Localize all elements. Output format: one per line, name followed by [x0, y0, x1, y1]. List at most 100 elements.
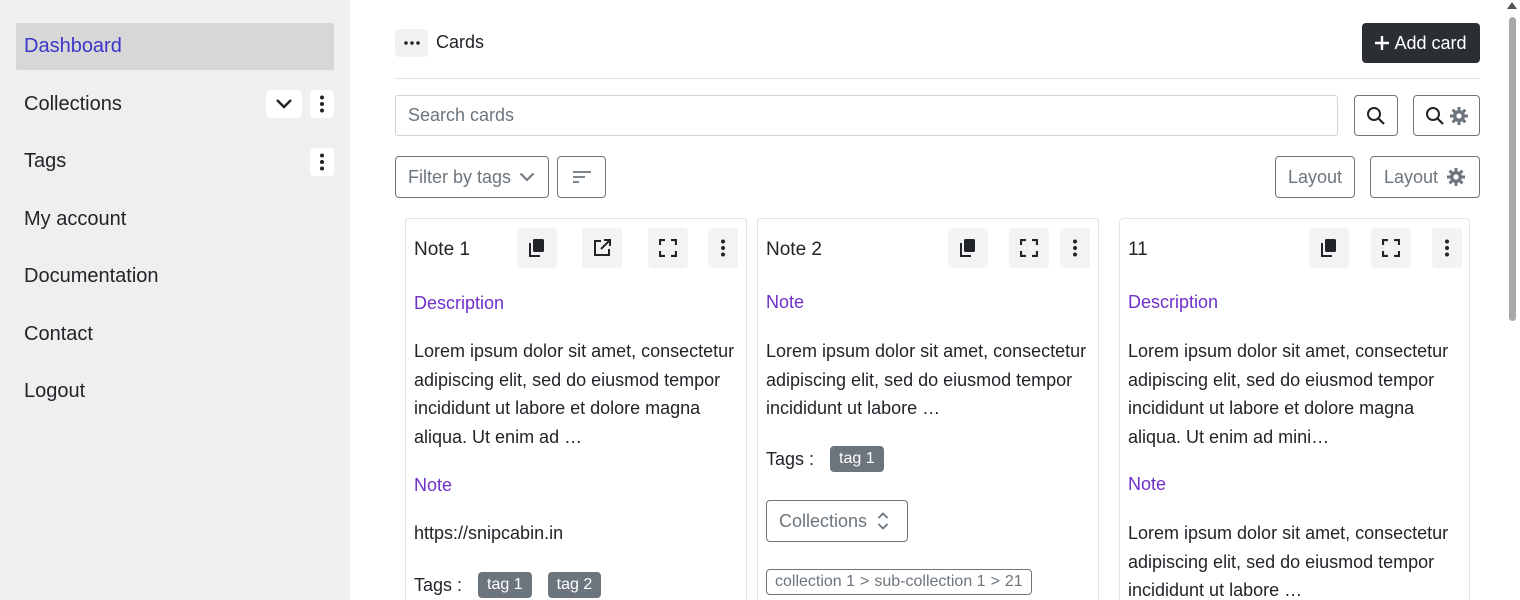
fullscreen-button[interactable]	[1371, 228, 1411, 268]
sidebar-item-label: Collections	[24, 92, 122, 115]
chevron-down-icon	[276, 99, 292, 109]
tags-row: Tags : tag 1 tag 2	[414, 572, 602, 598]
section-text: Lorem ipsum dolor sit amet, consectetur …	[1128, 341, 1449, 448]
search-button[interactable]	[1354, 95, 1398, 136]
section-text: https://snipcabin.in	[414, 523, 564, 543]
copy-icon	[529, 239, 544, 257]
copy-button[interactable]	[1309, 228, 1349, 268]
breadcrumb-separator: >	[860, 573, 870, 590]
fullscreen-icon	[1382, 239, 1400, 257]
fullscreen-button[interactable]	[1009, 228, 1049, 268]
sidebar-item-label: Tags	[24, 150, 67, 172]
sidebar-item-label: Documentation	[24, 265, 159, 287]
external-link-icon	[594, 239, 611, 256]
more-horizontal-icon	[403, 41, 420, 45]
sidebar-item-label: Contact	[24, 322, 93, 345]
gear-icon	[1447, 168, 1466, 186]
layout-label: Layout	[1287, 166, 1343, 187]
layout-settings-label: Layout	[1383, 166, 1439, 187]
search-input[interactable]	[395, 95, 1338, 136]
section-label-note: Note	[766, 292, 805, 312]
main-content: Cards Add card Filter by tags Layout Lay…	[395, 0, 1480, 600]
tags-row: Tags : tag 1	[766, 446, 884, 472]
tag-badge[interactable]: tag 2	[547, 572, 602, 598]
plus-icon	[1375, 36, 1390, 50]
collections-label: Collections	[779, 510, 868, 531]
header-divider	[395, 78, 1480, 79]
collection-breadcrumb[interactable]: collection 1 > sub-collection 1 > 21	[766, 569, 1032, 595]
search-icon	[1367, 106, 1385, 125]
chevron-up-down-icon	[877, 512, 889, 530]
sidebar: Dashboard Collections Tags My account Do…	[0, 0, 350, 600]
collections-select[interactable]: Collections	[766, 500, 908, 542]
sidebar-item-label: Logout	[24, 380, 86, 402]
more-vertical-icon	[320, 95, 324, 113]
sidebar-item-documentation[interactable]: Documentation	[16, 253, 334, 300]
collections-menu-button[interactable]	[310, 90, 334, 118]
filter-by-tags-dropdown[interactable]: Filter by tags	[395, 156, 549, 198]
scroll-up-arrow-icon[interactable]	[1507, 2, 1517, 9]
more-options-button[interactable]	[395, 29, 428, 57]
open-link-button[interactable]	[582, 228, 622, 268]
search-settings-icon	[1425, 106, 1444, 125]
copy-button[interactable]	[948, 228, 988, 268]
more-vertical-icon	[1073, 239, 1077, 257]
sidebar-item-tags[interactable]: Tags	[16, 138, 334, 185]
card: Note 1 Description Lorem ipsum dolor sit…	[405, 218, 747, 600]
card-menu-button[interactable]	[708, 228, 738, 268]
sidebar-item-collections[interactable]: Collections	[16, 81, 334, 128]
copy-button[interactable]	[517, 228, 557, 268]
section-text: Lorem ipsum dolor sit amet, consectetur …	[414, 341, 735, 448]
sidebar-item-my-account[interactable]: My account	[16, 196, 334, 243]
more-vertical-icon	[721, 239, 725, 257]
layout-button[interactable]: Layout	[1275, 156, 1355, 198]
layout-settings-button[interactable]: Layout	[1370, 156, 1480, 198]
collections-expand-button[interactable]	[266, 90, 302, 118]
section-label-description: Description	[414, 293, 505, 313]
copy-icon	[1321, 239, 1336, 257]
sort-icon	[572, 171, 591, 183]
tags-label: Tags :	[414, 574, 463, 595]
copy-icon	[960, 239, 975, 257]
chevron-down-icon	[519, 172, 535, 182]
page-scrollbar[interactable]	[1504, 0, 1520, 600]
sidebar-item-contact[interactable]: Contact	[16, 311, 334, 358]
section-label-description: Description	[1128, 292, 1219, 312]
sidebar-item-logout[interactable]: Logout	[16, 368, 334, 415]
add-card-label: Add card	[1394, 32, 1467, 53]
card: 11 Description Lorem ipsum dolor sit ame…	[1119, 218, 1470, 600]
card-menu-button[interactable]	[1432, 228, 1462, 268]
card-title: Note 2	[766, 239, 822, 260]
section-label-note: Note	[414, 475, 453, 495]
sidebar-item-label: My account	[24, 207, 127, 230]
tag-badge[interactable]: tag 1	[830, 446, 884, 472]
search-settings-button[interactable]	[1413, 95, 1480, 136]
add-card-button[interactable]: Add card	[1362, 23, 1480, 63]
scrollbar-thumb[interactable]	[1509, 17, 1516, 321]
gear-icon	[1449, 106, 1468, 125]
filter-label: Filter by tags	[408, 166, 512, 187]
card-menu-button[interactable]	[1060, 228, 1090, 268]
sidebar-item-dashboard[interactable]: Dashboard	[16, 23, 334, 70]
breadcrumb-separator: >	[990, 573, 1000, 590]
fullscreen-button[interactable]	[648, 228, 688, 268]
breadcrumb-item: sub-collection 1	[874, 573, 986, 590]
section-text: Lorem ipsum dolor sit amet, consectetur …	[1128, 523, 1449, 600]
sidebar-item-label: Dashboard	[24, 35, 122, 57]
tag-badge[interactable]: tag 1	[478, 572, 532, 598]
card-title: 11	[1128, 239, 1148, 260]
more-vertical-icon	[320, 153, 324, 170]
card-title: Note 1	[414, 239, 470, 260]
fullscreen-icon	[659, 239, 677, 257]
breadcrumb-item: 21	[1004, 573, 1023, 590]
fullscreen-icon	[1020, 239, 1038, 257]
tags-menu-button[interactable]	[310, 147, 334, 176]
section-label-note: Note	[1128, 474, 1167, 494]
tags-label: Tags :	[766, 448, 815, 469]
page-header: Cards Add card	[395, 22, 1480, 64]
more-vertical-icon	[1445, 239, 1449, 257]
sort-button[interactable]	[557, 156, 606, 198]
breadcrumb-item: collection 1	[775, 573, 856, 590]
page-title: Cards	[436, 32, 485, 52]
card: Note 2 Note Lorem ipsum dolor sit amet, …	[757, 218, 1099, 600]
